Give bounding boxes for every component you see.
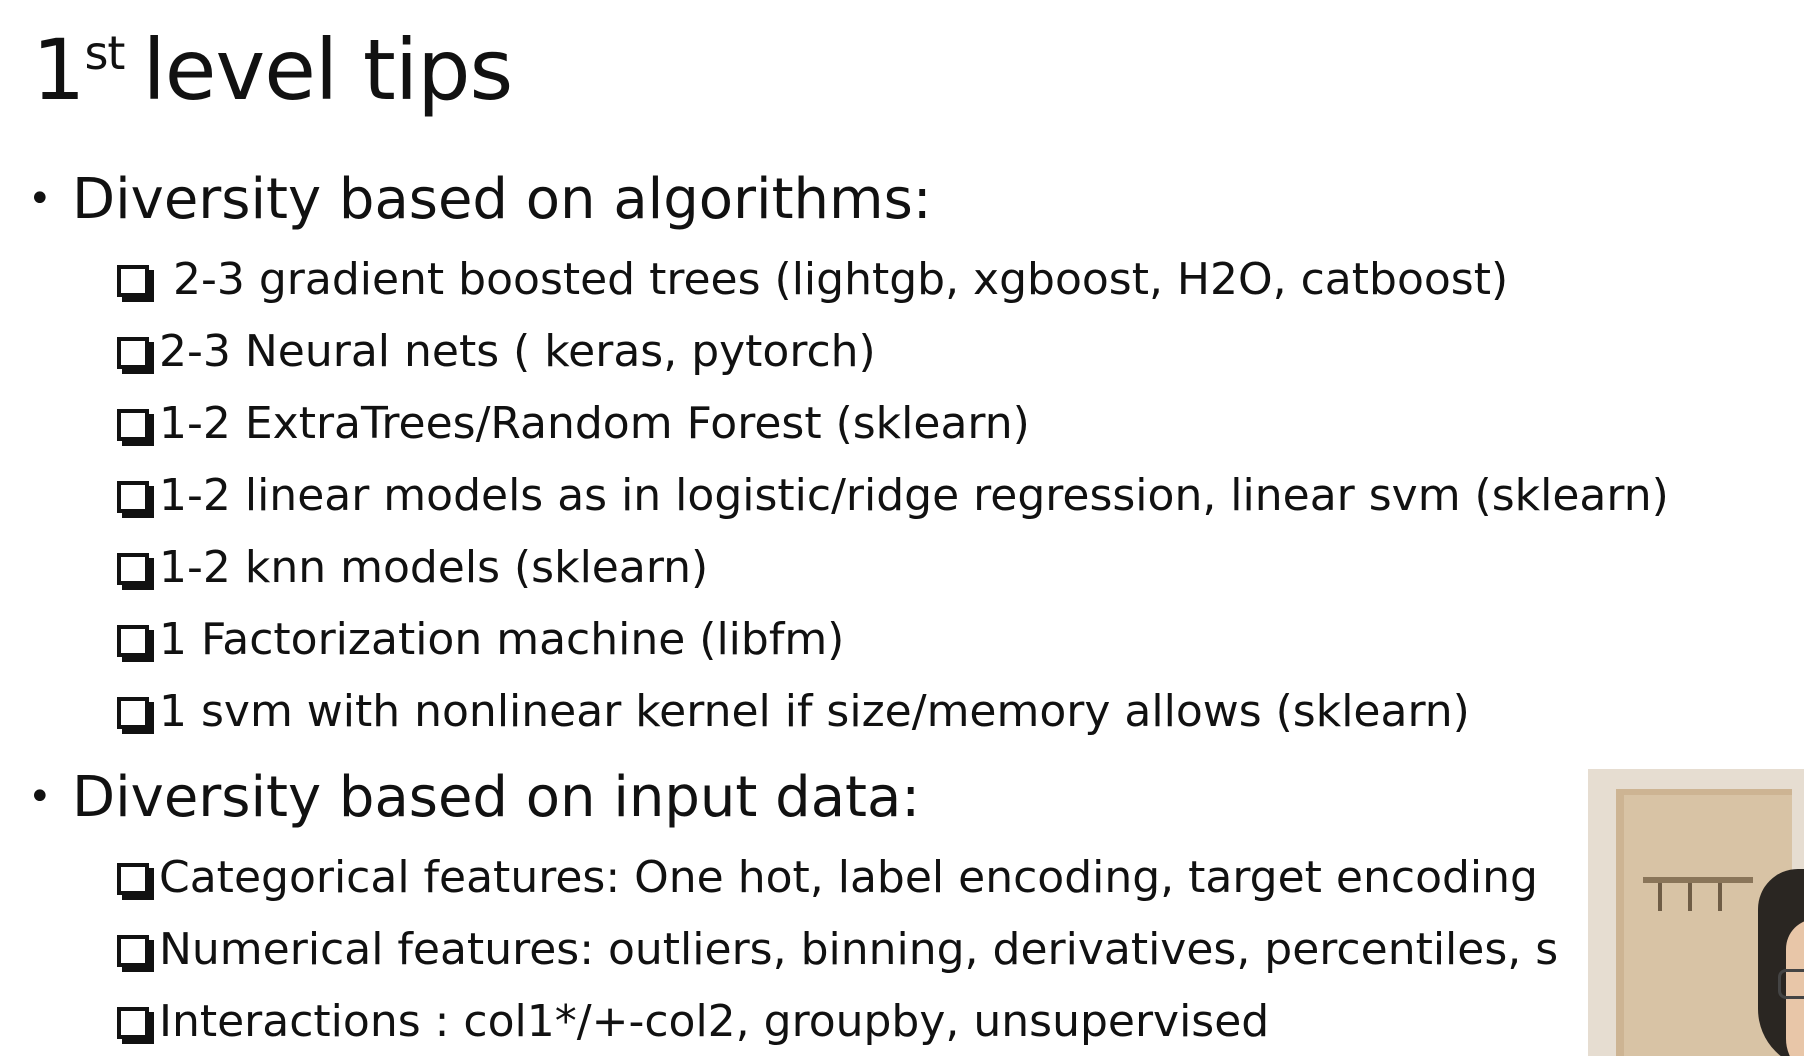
webcam-glasses bbox=[1778, 969, 1804, 999]
title-text: level tips bbox=[142, 21, 513, 119]
list-item-text: 2-3 Neural nets ( keras, pytorch) bbox=[159, 326, 876, 377]
list-item-text: 1-2 knn models (sklearn) bbox=[159, 542, 709, 593]
webcam-hook bbox=[1658, 883, 1662, 911]
slide: 1st level tips • Diversity based on algori… bbox=[0, 0, 1804, 1056]
list-item: Interactions : col1*/+-col2, groupby, un… bbox=[117, 1000, 1269, 1044]
section-heading-text: Diversity based on input data: bbox=[72, 765, 921, 830]
webcam-hook bbox=[1718, 883, 1722, 911]
list-item-text: 1-2 ExtraTrees/Random Forest (sklearn) bbox=[159, 398, 1030, 449]
checkbox-square-icon bbox=[117, 409, 149, 441]
checkbox-square-icon bbox=[117, 935, 149, 967]
list-item: 1 Factorization machine (libfm) bbox=[117, 618, 844, 662]
list-item-text: Categorical features: One hot, label enc… bbox=[159, 852, 1538, 903]
checkbox-square-icon bbox=[117, 697, 149, 729]
webcam-overlay bbox=[1588, 769, 1804, 1056]
checkbox-square-icon bbox=[117, 625, 149, 657]
list-item: 1 svm with nonlinear kernel if size/memo… bbox=[117, 690, 1470, 734]
section-heading-algorithms: • Diversity based on algorithms: bbox=[28, 172, 932, 228]
section-heading-input-data: • Diversity based on input data: bbox=[28, 770, 920, 826]
title-superscript: st bbox=[84, 26, 125, 80]
list-item-text: Numerical features: outliers, binning, d… bbox=[159, 924, 1559, 975]
section-heading-text: Diversity based on algorithms: bbox=[72, 167, 932, 232]
list-item: Numerical features: outliers, binning, d… bbox=[117, 928, 1558, 972]
checkbox-square-icon bbox=[117, 337, 149, 369]
bullet-dot-icon: • bbox=[28, 774, 52, 820]
checkbox-square-icon bbox=[117, 863, 149, 895]
list-item: 2-3 gradient boosted trees (lightgb, xgb… bbox=[117, 258, 1508, 302]
list-item: 1-2 linear models as in logistic/ridge r… bbox=[117, 474, 1669, 518]
list-item: 1-2 knn models (sklearn) bbox=[117, 546, 708, 590]
list-item: 2-3 Neural nets ( keras, pytorch) bbox=[117, 330, 876, 374]
list-item: Categorical features: One hot, label enc… bbox=[117, 856, 1538, 900]
title-number: 1 bbox=[32, 21, 85, 119]
checkbox-square-icon bbox=[117, 265, 149, 297]
list-item-text: 1 Factorization machine (libfm) bbox=[159, 614, 845, 665]
list-item-text: 2-3 gradient boosted trees (lightgb, xgb… bbox=[159, 254, 1509, 305]
bullet-dot-icon: • bbox=[28, 176, 52, 222]
checkbox-square-icon bbox=[117, 1007, 149, 1039]
list-item-text: 1 svm with nonlinear kernel if size/memo… bbox=[159, 686, 1470, 737]
webcam-hook bbox=[1688, 883, 1692, 911]
list-item-text: 1-2 linear models as in logistic/ridge r… bbox=[159, 470, 1669, 521]
list-item: 1-2 ExtraTrees/Random Forest (sklearn) bbox=[117, 402, 1030, 446]
list-item-text: Interactions : col1*/+-col2, groupby, un… bbox=[159, 996, 1270, 1047]
checkbox-square-icon bbox=[117, 553, 149, 585]
checkbox-square-icon bbox=[117, 481, 149, 513]
slide-title: 1st level tips bbox=[32, 21, 513, 119]
